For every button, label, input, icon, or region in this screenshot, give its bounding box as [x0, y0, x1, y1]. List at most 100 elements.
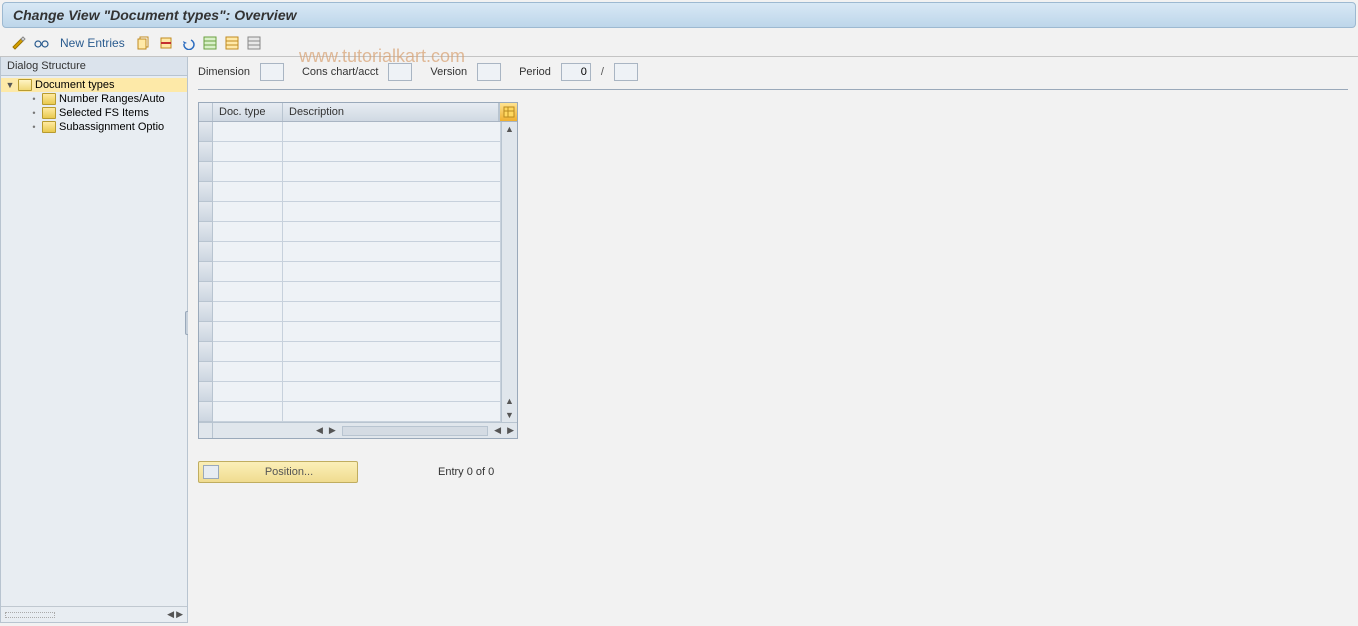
row-selector[interactable] [199, 282, 213, 302]
cell-doctype[interactable] [213, 122, 283, 142]
cell-doctype[interactable] [213, 342, 283, 362]
table-row[interactable] [199, 162, 501, 182]
scroll-up-icon[interactable]: ▲ [505, 122, 514, 136]
scroll-right-icon[interactable]: ▶ [326, 425, 339, 436]
select-block-icon[interactable] [223, 34, 241, 52]
row-selector[interactable] [199, 182, 213, 202]
version-input[interactable] [477, 63, 501, 81]
glasses-icon[interactable] [32, 34, 50, 52]
cell-doctype[interactable] [213, 182, 283, 202]
undo-icon[interactable] [179, 34, 197, 52]
row-selector[interactable] [199, 162, 213, 182]
select-all-icon[interactable] [201, 34, 219, 52]
table-row[interactable] [199, 222, 501, 242]
table-row[interactable] [199, 362, 501, 382]
copy-icon[interactable] [135, 34, 153, 52]
cell-description[interactable] [283, 282, 501, 302]
table-row[interactable] [199, 262, 501, 282]
cell-doctype[interactable] [213, 142, 283, 162]
cell-doctype[interactable] [213, 162, 283, 182]
scroll-down-icon[interactable]: ▼ [505, 408, 514, 422]
cell-description[interactable] [283, 242, 501, 262]
cell-doctype[interactable] [213, 322, 283, 342]
row-selector[interactable] [199, 142, 213, 162]
cell-doctype[interactable] [213, 402, 283, 422]
tree-item-number-ranges[interactable]: • Number Ranges/Auto [1, 92, 187, 106]
row-selector[interactable] [199, 402, 213, 422]
row-selector[interactable] [199, 382, 213, 402]
row-selector[interactable] [199, 362, 213, 382]
table-row[interactable] [199, 142, 501, 162]
row-selector[interactable] [199, 242, 213, 262]
table-row[interactable] [199, 402, 501, 422]
table-row[interactable] [199, 342, 501, 362]
hscroll-track[interactable] [342, 426, 488, 436]
scroll-left-end-icon[interactable]: ◀ [491, 425, 504, 436]
cell-description[interactable] [283, 202, 501, 222]
tree-item-document-types[interactable]: ▼ Document types [1, 78, 187, 92]
scroll-right-end-icon[interactable]: ▶ [504, 425, 517, 436]
dimension-input[interactable] [260, 63, 284, 81]
table-row[interactable] [199, 182, 501, 202]
cell-description[interactable] [283, 322, 501, 342]
cell-description[interactable] [283, 382, 501, 402]
row-selector[interactable] [199, 302, 213, 322]
cell-description[interactable] [283, 402, 501, 422]
grid-corner[interactable] [199, 103, 213, 121]
sidebar-resize-handle[interactable] [5, 612, 55, 618]
period-input-2[interactable] [614, 63, 638, 81]
scroll-left-icon[interactable]: ◀ [313, 425, 326, 436]
folder-open-icon [18, 79, 32, 91]
cell-description[interactable] [283, 362, 501, 382]
cell-description[interactable] [283, 162, 501, 182]
scroll-right-icon[interactable]: ▶ [176, 609, 183, 620]
table-row[interactable] [199, 302, 501, 322]
cell-description[interactable] [283, 122, 501, 142]
cell-description[interactable] [283, 142, 501, 162]
column-header-doctype[interactable]: Doc. type [213, 103, 283, 121]
cell-doctype[interactable] [213, 242, 283, 262]
row-selector[interactable] [199, 202, 213, 222]
table-row[interactable] [199, 122, 501, 142]
cell-doctype[interactable] [213, 382, 283, 402]
cell-description[interactable] [283, 182, 501, 202]
column-header-description[interactable]: Description [283, 103, 499, 121]
cell-doctype[interactable] [213, 282, 283, 302]
tree-item-selected-fs[interactable]: • Selected FS Items [1, 106, 187, 120]
conschart-input[interactable] [388, 63, 412, 81]
scroll-left-icon[interactable]: ◀ [167, 609, 174, 620]
configure-columns-button[interactable] [499, 103, 517, 121]
table-row[interactable] [199, 282, 501, 302]
change-icon[interactable] [10, 34, 28, 52]
period-input-1[interactable] [561, 63, 591, 81]
tree-item-subassignment[interactable]: • Subassignment Optio [1, 120, 187, 134]
cell-doctype[interactable] [213, 202, 283, 222]
new-entries-button[interactable]: New Entries [54, 36, 131, 50]
vertical-scrollbar[interactable]: ▲ ▲ ▼ [501, 122, 517, 422]
delete-icon[interactable] [157, 34, 175, 52]
cell-description[interactable] [283, 222, 501, 242]
dialog-structure-header: Dialog Structure [1, 57, 187, 76]
cell-doctype[interactable] [213, 262, 283, 282]
table-row[interactable] [199, 382, 501, 402]
grid-header: Doc. type Description [199, 103, 517, 122]
table-row[interactable] [199, 322, 501, 342]
position-button[interactable]: Position... [198, 461, 358, 483]
row-selector[interactable] [199, 342, 213, 362]
table-row[interactable] [199, 202, 501, 222]
horizontal-scrollbar[interactable]: ◀ ▶ ◀ ▶ [199, 422, 517, 438]
scroll-up-small-icon[interactable]: ▲ [505, 394, 514, 408]
deselect-icon[interactable] [245, 34, 263, 52]
cell-description[interactable] [283, 342, 501, 362]
row-selector[interactable] [199, 122, 213, 142]
cell-description[interactable] [283, 302, 501, 322]
cell-doctype[interactable] [213, 222, 283, 242]
cell-doctype[interactable] [213, 302, 283, 322]
row-selector[interactable] [199, 222, 213, 242]
row-selector[interactable] [199, 322, 213, 342]
row-selector[interactable] [199, 262, 213, 282]
tree-toggle-icon[interactable]: ▼ [5, 80, 15, 90]
cell-description[interactable] [283, 262, 501, 282]
table-row[interactable] [199, 242, 501, 262]
cell-doctype[interactable] [213, 362, 283, 382]
